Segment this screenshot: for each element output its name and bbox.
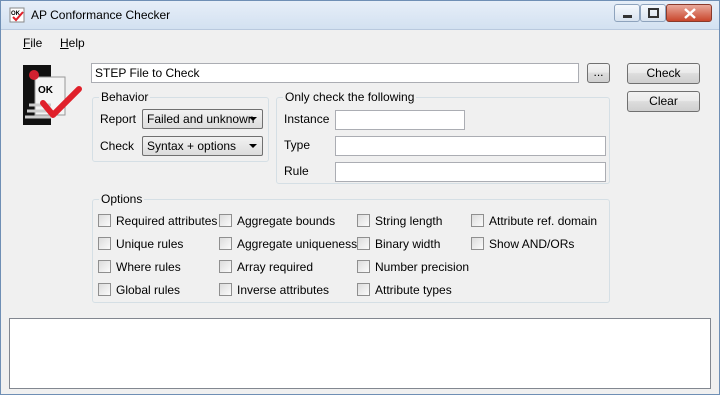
option-label: Global rules — [116, 283, 181, 297]
dropdown-arrow-icon — [249, 117, 257, 121]
checkbox-attribute-types[interactable] — [357, 283, 370, 296]
option-label: Binary width — [375, 237, 441, 251]
minimize-icon — [623, 15, 632, 18]
window-title: AP Conformance Checker — [31, 8, 171, 22]
report-select-value: Failed and unknown — [147, 112, 255, 126]
checkbox-string-length[interactable] — [357, 214, 370, 227]
app-ok-icon: OK — [9, 7, 25, 23]
option-label: Number precision — [375, 260, 470, 274]
checkbox-show-and-ors[interactable] — [471, 237, 484, 250]
options-group-title: Options — [99, 192, 145, 206]
option-label: String length — [375, 214, 443, 228]
minimize-button[interactable] — [614, 4, 640, 22]
svg-text:OK: OK — [38, 85, 54, 96]
browse-button[interactable]: ... — [587, 63, 610, 83]
maximize-icon — [648, 8, 659, 18]
step-file-input[interactable]: STEP File to Check — [91, 63, 579, 83]
checkbox-where-rules[interactable] — [98, 260, 111, 273]
dropdown-arrow-icon — [249, 144, 257, 148]
option-label: Show AND/ORs — [489, 237, 575, 251]
report-label: Report — [100, 112, 137, 126]
checkbox-aggregate-uniqueness[interactable] — [219, 237, 232, 250]
menu-help[interactable]: Help — [60, 36, 85, 50]
menu-file[interactable]: File — [23, 36, 42, 50]
checkbox-unique-rules[interactable] — [98, 237, 111, 250]
option-label: Attribute types — [375, 283, 452, 297]
only-check-group-title: Only check the following — [283, 90, 417, 104]
option-label: Aggregate bounds — [237, 214, 336, 228]
checkbox-array-required[interactable] — [219, 260, 232, 273]
option-label: Inverse attributes — [237, 283, 330, 297]
only-check-group: Only check the following Instance Type R… — [276, 90, 610, 184]
check-mode-select-value: Syntax + options — [147, 139, 237, 153]
instance-input[interactable] — [335, 110, 465, 130]
check-mode-select[interactable]: Syntax + options — [142, 136, 263, 156]
menu-bar: File Help — [1, 31, 719, 53]
type-label: Type — [284, 138, 311, 152]
checkbox-attribute-ref-domain[interactable] — [471, 214, 484, 227]
check-button[interactable]: Check — [627, 63, 700, 84]
close-icon — [684, 8, 696, 19]
rule-label: Rule — [284, 164, 309, 178]
checkbox-binary-width[interactable] — [357, 237, 370, 250]
checkbox-aggregate-bounds[interactable] — [219, 214, 232, 227]
option-label: Required attributes — [116, 214, 218, 228]
type-input[interactable] — [335, 136, 606, 156]
option-label: Array required — [237, 260, 314, 274]
checkbox-inverse-attributes[interactable] — [219, 283, 232, 296]
option-label: Aggregate uniqueness — [237, 237, 358, 251]
app-window: OK AP Conformance Checker File Help OK S… — [0, 0, 720, 395]
results-output-area[interactable] — [9, 318, 711, 389]
close-button[interactable] — [666, 4, 712, 22]
checkbox-required-attributes[interactable] — [98, 214, 111, 227]
rule-input[interactable] — [335, 162, 606, 182]
clear-button[interactable]: Clear — [627, 91, 700, 112]
behavior-group: Behavior Report Failed and unknown Check… — [92, 90, 269, 162]
checkbox-global-rules[interactable] — [98, 283, 111, 296]
report-select[interactable]: Failed and unknown — [142, 109, 263, 129]
check-mode-label: Check — [100, 139, 135, 153]
options-group: Options Required attributes Unique rules… — [92, 192, 610, 303]
behavior-group-title: Behavior — [99, 90, 151, 104]
app-logo: OK — [23, 65, 82, 125]
option-label: Where rules — [116, 260, 181, 274]
option-label: Unique rules — [116, 237, 184, 251]
instance-label: Instance — [284, 112, 330, 126]
title-bar[interactable]: OK AP Conformance Checker — [1, 1, 719, 30]
checkbox-number-precision[interactable] — [357, 260, 370, 273]
maximize-button[interactable] — [640, 4, 666, 22]
option-label: Attribute ref. domain — [489, 214, 598, 228]
